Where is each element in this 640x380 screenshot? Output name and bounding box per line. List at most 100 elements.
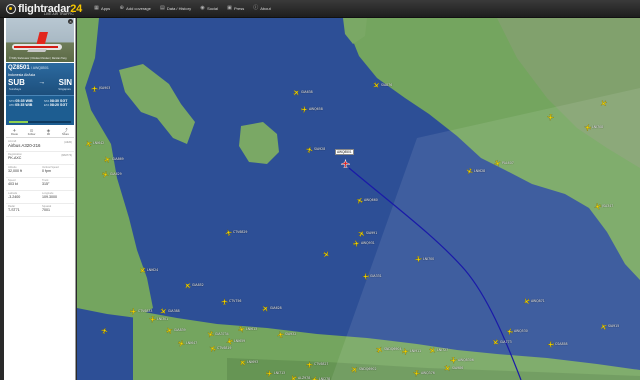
mode-s-code: (8A0774) <box>61 154 72 157</box>
detail-row-altitude: Altitude 32,000 ft Vertical Speed 0 fpm <box>6 165 74 178</box>
aircraft-icon[interactable] <box>148 315 156 323</box>
menu-item-label: Social <box>207 6 218 11</box>
aircraft-callsign-label[interactable]: SIA928 <box>314 147 325 151</box>
aircraft-icon[interactable] <box>583 123 592 131</box>
flight-details: Aircraft Airbus A320-216 (A320) Registrat… <box>6 139 74 217</box>
menu-item-social[interactable]: ◉ Social <box>200 6 218 12</box>
aircraft-callsign-label[interactable]: JSA347 <box>602 204 613 208</box>
menu-item-about[interactable]: ⓘ About <box>253 6 270 12</box>
aircraft-callsign-label[interactable]: AWQ871 <box>531 299 545 303</box>
destination-code[interactable]: SIN <box>59 78 72 87</box>
action-label: Share <box>62 132 69 136</box>
add-coverage-icon: ⊕ <box>119 5 124 11</box>
aircraft-callsign-label[interactable]: GIA852 <box>192 283 204 287</box>
aircraft-callsign-label[interactable]: LNI613 <box>246 327 257 331</box>
aircraft-callsign-label[interactable]: SIA932 <box>285 332 296 336</box>
selected-aircraft-icon[interactable] <box>341 159 350 168</box>
aircraft-icon[interactable] <box>310 375 319 380</box>
aircraft-icon[interactable] <box>547 341 554 348</box>
aircraft-callsign-label[interactable]: GIA869 <box>112 157 124 161</box>
aircraft-callsign-label[interactable]: CTV6819 <box>217 346 231 350</box>
aircraft-icon[interactable] <box>352 239 360 247</box>
aircraft-callsign-label[interactable]: CTV6829 <box>233 230 247 234</box>
detail-row-speed: Speed 403 kt Track 315° <box>6 178 74 191</box>
aircraft-callsign-label[interactable]: AWQ660 <box>364 198 378 202</box>
aircraft-callsign-label[interactable]: AWQ8306 <box>458 358 474 362</box>
aircraft-callsign-label[interactable]: LNI713 <box>274 371 285 375</box>
aircraft-callsign-label[interactable]: CTV6827 <box>314 362 328 366</box>
destination-times: STA 08:30 SGT ETA 08:20 SGT <box>44 99 68 108</box>
panel-actions: ✈ Route ⊙ Follow ◈ 3D ⤴ Share <box>6 126 74 138</box>
aircraft-callsign-label[interactable]: SIA915 <box>608 324 619 328</box>
airline-name[interactable]: Indonesia AirAsia <box>8 73 35 77</box>
aircraft-callsign-label[interactable]: GIA628 <box>270 306 282 310</box>
aircraft-callsign-label[interactable]: GIA331 <box>370 274 382 278</box>
aircraft-callsign-label[interactable]: GIA629 <box>110 172 122 176</box>
aircraft-callsign-label[interactable]: AWQ658 <box>309 107 323 111</box>
aircraft-callsign-label[interactable]: SIA986 <box>452 366 463 370</box>
aircraft-callsign-label[interactable]: AWQ931 <box>361 241 375 245</box>
aircraft-icon[interactable] <box>450 357 458 365</box>
aircraft-icon[interactable] <box>221 298 228 305</box>
action-label: Route <box>11 132 18 136</box>
aircraft-callsign-label[interactable]: LNI628 <box>474 169 485 173</box>
aircraft-callsign-label[interactable]: GIA3734 <box>215 332 229 336</box>
aircraft-callsign-label[interactable]: LNI708 <box>592 125 603 129</box>
aircraft-callsign-label[interactable]: ALZ978 <box>298 376 310 380</box>
aircraft-icon[interactable] <box>412 369 420 377</box>
action-label: Follow <box>27 132 36 136</box>
aircraft-callsign-label[interactable]: GIA839 <box>174 328 186 332</box>
aircraft-icon[interactable] <box>130 308 138 316</box>
aircraft-callsign-label[interactable]: LNI693 <box>247 360 258 364</box>
menu-item-data-history[interactable]: ▤ Data / History <box>160 6 192 12</box>
aircraft-callsign-label[interactable]: CTV6833 <box>138 309 152 313</box>
origin-code[interactable]: SUB <box>8 78 25 87</box>
aircraft-icon[interactable] <box>301 106 308 113</box>
aircraft-callsign-label[interactable]: JSA903 <box>99 86 110 90</box>
aircraft-callsign-label[interactable]: LNI624 <box>147 268 158 272</box>
route-button[interactable]: ✈ Route <box>6 126 23 137</box>
aircraft-callsign-label[interactable]: PAL607 <box>502 161 514 165</box>
aircraft-callsign-label[interactable]: GIA773 <box>500 340 512 344</box>
menu-item-label: Data / History <box>166 6 192 11</box>
selected-flight-label[interactable]: AWQ8501 <box>335 149 354 155</box>
aircraft-callsign-label[interactable]: CTV756 <box>229 299 241 303</box>
aircraft-icon[interactable] <box>401 347 409 355</box>
aircraft-icon[interactable] <box>266 370 274 378</box>
aircraft-callsign-label[interactable]: LNI647 <box>186 341 197 345</box>
aircraft-icon[interactable] <box>362 273 369 280</box>
aircraft-callsign-label[interactable]: SIA991 <box>366 231 377 235</box>
flight-map[interactable]: AWQ8501 JSA903 GIA638 AWQ658 SIA876 LNI708 LN… <box>77 18 640 380</box>
aircraft-callsign-label[interactable]: AWQ376 <box>421 371 435 375</box>
aircraft-callsign-label[interactable]: SIA876 <box>381 83 392 87</box>
aircraft-callsign-label[interactable]: LNI642 <box>93 141 104 145</box>
estimated-arrival: 08:20 SGT <box>49 103 68 108</box>
flightradar24-logo[interactable]: flightradar24 LIVE AIR TRAFFIC <box>6 0 82 18</box>
3d-button[interactable]: ◈ 3D <box>40 126 57 137</box>
aircraft-icon[interactable] <box>306 361 313 368</box>
aircraft-callsign-label[interactable]: LNI700 <box>423 257 434 261</box>
aircraft-callsign-label[interactable]: SNDQ6902 <box>359 367 376 371</box>
aircraft-icon[interactable] <box>547 113 555 122</box>
bangka-island <box>119 64 195 144</box>
follow-button[interactable]: ⊙ Follow <box>23 126 40 137</box>
flight-number: QZ8501 <box>8 65 30 71</box>
menu-item-add-coverage[interactable]: ⊕ Add coverage <box>119 5 151 12</box>
aircraft-callsign-label[interactable]: LNI911 <box>410 349 421 353</box>
aircraft-callsign-label[interactable]: CSA858 <box>555 342 568 346</box>
aircraft-icon[interactable] <box>415 256 423 264</box>
aircraft-photo[interactable]: × © Willy Stehouwer | Nicolas Chretien |… <box>6 18 74 62</box>
aircraft-callsign-label[interactable]: SNDQ6904 <box>384 347 401 351</box>
aircraft-callsign-label[interactable]: LNI301 <box>157 317 168 321</box>
aircraft-callsign-label[interactable]: LNI659 <box>234 339 245 343</box>
menu-item-press[interactable]: ▣ Press <box>227 6 244 12</box>
aircraft-icon[interactable] <box>91 85 98 92</box>
registration[interactable]: PK-AXC <box>8 156 72 161</box>
aircraft-callsign-label[interactable]: AWQ530 <box>514 329 528 333</box>
close-panel-icon[interactable]: × <box>68 19 73 24</box>
share-button[interactable]: ⤴ Share <box>57 126 74 137</box>
menu-item-apps[interactable]: ▦ Apps <box>94 6 110 12</box>
aircraft-callsign-label[interactable]: GIA638 <box>301 90 313 94</box>
aircraft-callsign-label[interactable]: LNI727 <box>437 348 448 352</box>
aircraft-callsign-label[interactable]: GIA388 <box>168 309 180 313</box>
